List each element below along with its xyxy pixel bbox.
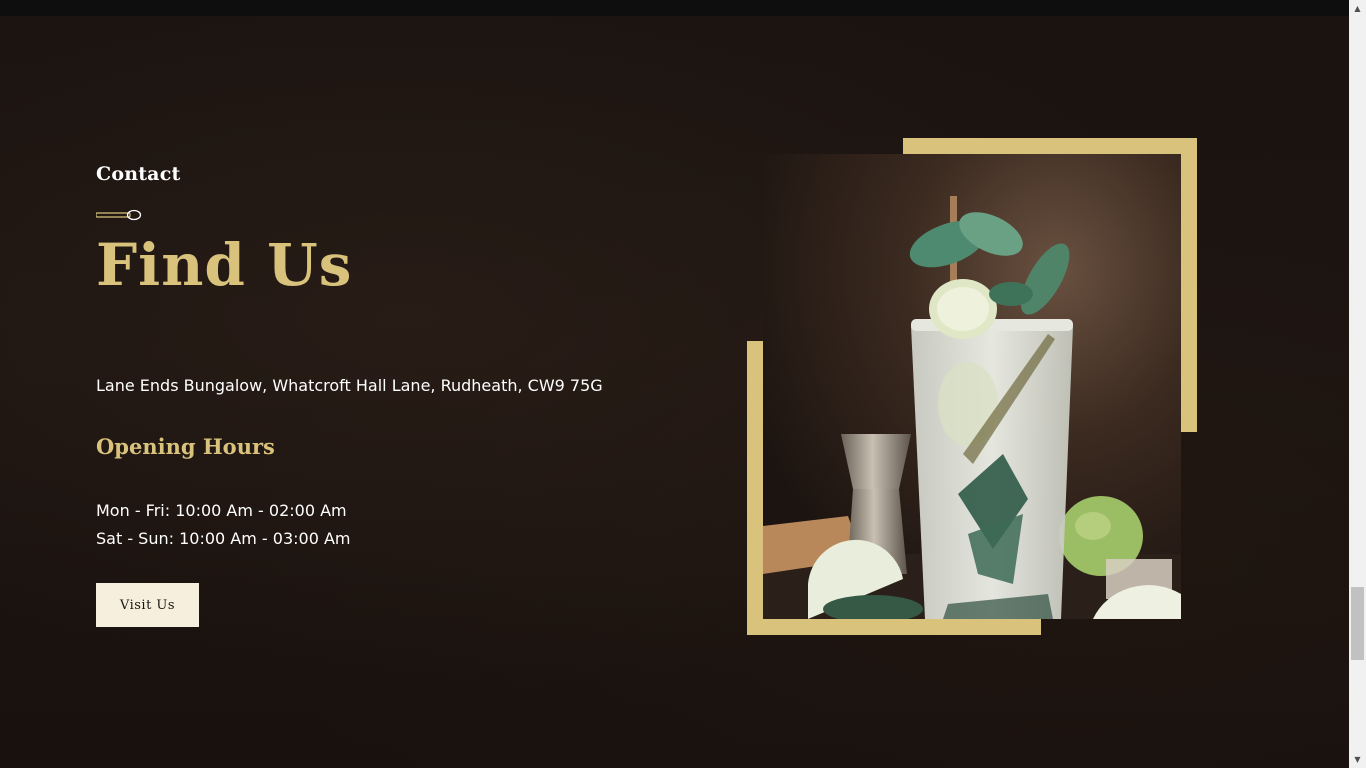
arrow-up-icon[interactable]: ▲: [1349, 0, 1366, 17]
cocktail-image: [763, 154, 1181, 619]
frame-accent-left: [747, 341, 763, 635]
frame-accent-bottom: [747, 619, 1041, 635]
spoon-icon: [96, 209, 142, 221]
page-scrollbar[interactable]: ▲ ▼: [1349, 0, 1366, 768]
visit-us-button[interactable]: Visit Us: [96, 583, 199, 627]
cocktail-photo: [763, 154, 1181, 619]
address-text: Lane Ends Bungalow, Whatcroft Hall Lane,…: [96, 376, 603, 395]
top-bar: [0, 0, 1349, 16]
opening-hours-list: Mon - Fri: 10:00 Am - 02:00 Am Sat - Sun…: [96, 497, 351, 553]
opening-hours-title: Opening Hours: [96, 434, 275, 459]
scrollbar-thumb[interactable]: [1351, 587, 1364, 660]
page-title: Find Us: [96, 231, 353, 299]
hours-weekend: Sat - Sun: 10:00 Am - 03:00 Am: [96, 529, 351, 548]
hours-weekday: Mon - Fri: 10:00 Am - 02:00 Am: [96, 501, 347, 520]
arrow-down-icon[interactable]: ▼: [1349, 751, 1366, 768]
section-eyebrow: Contact: [96, 163, 181, 185]
frame-accent-right: [1181, 138, 1197, 432]
frame-accent-top: [903, 138, 1197, 154]
